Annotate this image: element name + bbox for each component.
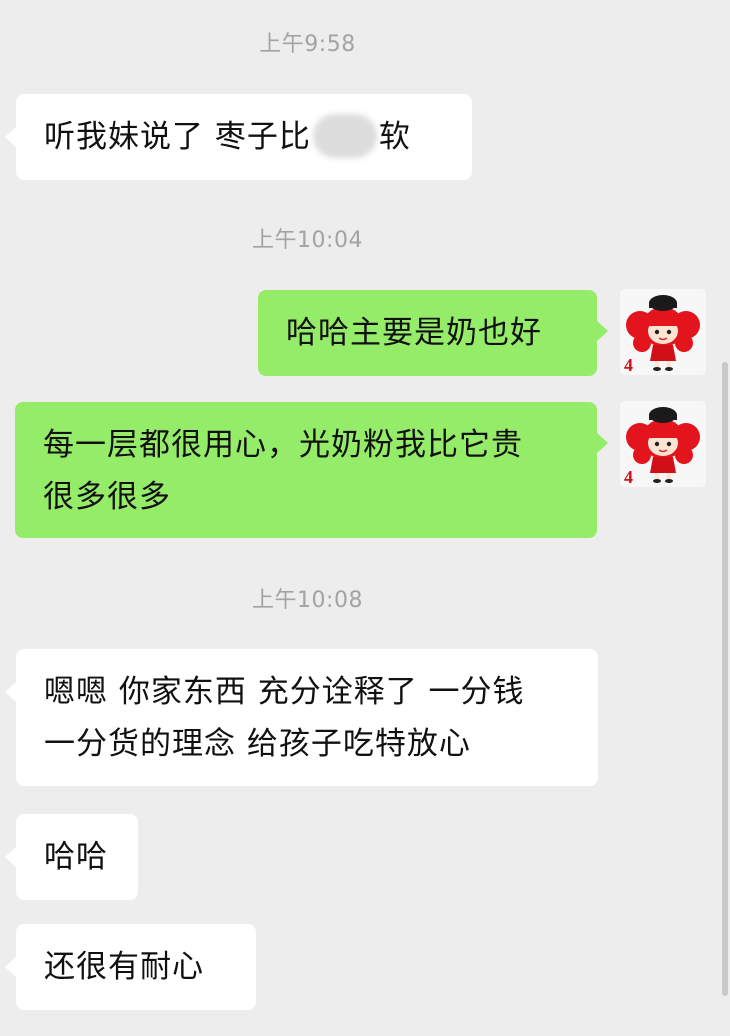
timestamp: 上午10:08 [252, 588, 363, 613]
message-text-line: 每一层都很用心，光奶粉我比它贵 [43, 427, 523, 463]
timestamp: 上午10:04 [252, 228, 363, 253]
message-text-part: 软 [378, 119, 411, 155]
message-text-line: 一分货的理念 给孩子吃特放心 [44, 726, 471, 762]
message-text: 听我妹说了 枣子比 软 [44, 111, 444, 164]
received-message-bubble[interactable]: 哈哈 [5, 814, 138, 900]
user-avatar[interactable]: 4 [620, 289, 706, 375]
sent-message-bubble[interactable]: 哈哈主要是奶也好 [258, 290, 608, 376]
sent-message-bubble[interactable]: 每一层都很用心，光奶粉我比它贵 很多很多 [15, 402, 608, 538]
received-message-bubble[interactable]: 还很有耐心 [5, 924, 256, 1010]
avatar-number-badge: 4 [624, 467, 633, 487]
message-text-line: 很多很多 [43, 479, 171, 515]
received-message-bubble[interactable]: 听我妹说了 枣子比 软 [5, 94, 472, 180]
redacted-blur [312, 113, 377, 158]
cartoon-girl-avatar-icon: 4 [620, 401, 706, 487]
scrollbar[interactable] [722, 362, 728, 996]
message-text: 哈哈 [44, 839, 108, 875]
received-message-bubble[interactable]: 嗯嗯 你家东西 充分诠释了 一分钱 一分货的理念 给孩子吃特放心 [5, 649, 598, 786]
message-text-part: 听我妹说了 枣子比 [44, 119, 311, 155]
user-avatar[interactable]: 4 [620, 401, 706, 487]
timestamp: 上午9:58 [259, 32, 356, 57]
message-text-line: 嗯嗯 你家东西 充分诠释了 一分钱 [44, 674, 525, 710]
message-text: 还很有耐心 [44, 949, 204, 985]
cartoon-girl-avatar-icon: 4 [620, 289, 706, 375]
message-text: 哈哈主要是奶也好 [286, 315, 542, 351]
avatar-number-badge: 4 [624, 355, 633, 375]
